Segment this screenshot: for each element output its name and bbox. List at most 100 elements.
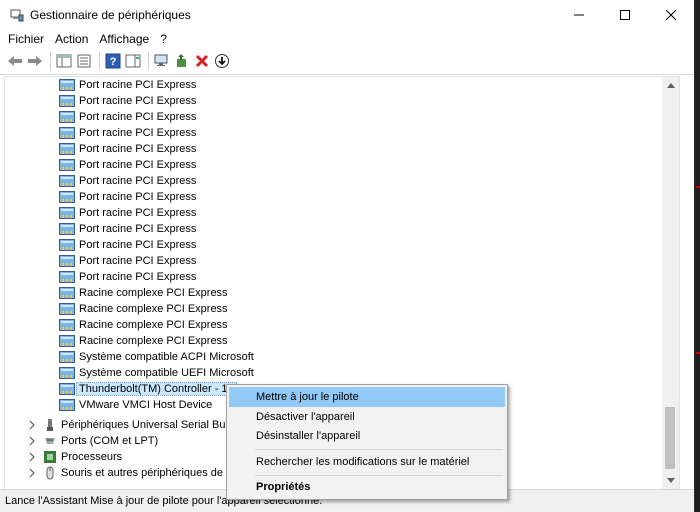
action-pane-icon [125,54,141,68]
device-label: Système compatible UEFI Microsoft [79,367,254,379]
properties-menu-item[interactable]: Propriétés [229,477,505,497]
device-tree-item[interactable]: Racine complexe PCI Express [59,301,228,317]
add-driver-icon [177,54,186,67]
properties-icon [77,54,91,68]
scan-hardware-menu-item[interactable]: Rechercher les modifications sur le maté… [229,452,505,472]
device-tree-item[interactable]: Port racine PCI Express [59,189,196,205]
device-label: Port racine PCI Express [79,255,197,267]
disable-device-label: Désactiver l'appareil [256,411,355,423]
pci-device-icon [59,127,75,139]
device-category[interactable]: Souris et autres périphériques de po [43,465,238,481]
chevron-down-icon [666,478,675,483]
device-category[interactable]: Processeurs [43,449,122,465]
properties-label: Propriétés [256,481,311,493]
device-label: Racine complexe PCI Express [79,287,228,299]
device-tree-item[interactable]: Système compatible UEFI Microsoft [59,365,254,381]
device-tree-item[interactable]: Port racine PCI Express [59,237,196,253]
device-tree-item[interactable]: Racine complexe PCI Express [59,285,228,301]
device-tree-item[interactable]: Thunderbolt(TM) Controller - 15 [59,381,237,397]
pci-device-icon [59,271,75,283]
disable-device-menu-item[interactable]: Désactiver l'appareil [229,407,505,427]
device-label: Racine complexe PCI Express [79,335,228,347]
menu-fichier[interactable]: Fichier [2,32,49,46]
pci-device-icon [59,175,75,187]
device-label: Port racine PCI Express [79,159,197,171]
device-tree-item[interactable]: Port racine PCI Express [59,205,196,221]
device-label: Port racine PCI Express [79,223,197,235]
device-category[interactable]: Ports (COM et LPT) [43,433,158,449]
menu-affichage[interactable]: Affichage [93,32,154,46]
scroll-up-arrow[interactable] [662,77,679,94]
minimize-button[interactable] [556,0,602,30]
mouse-icon [43,466,57,480]
device-tree-item[interactable]: Racine complexe PCI Express [59,333,228,349]
scan-hardware-button[interactable] [153,52,171,70]
device-tree-item[interactable]: Port racine PCI Express [59,93,196,109]
usb-icon [43,418,57,432]
scrollbar-thumb[interactable] [665,407,675,469]
forward-button[interactable] [26,52,44,70]
scan-hardware-icon [154,54,168,66]
menu-help[interactable]: ? [154,32,172,46]
pci-device-icon [59,367,75,379]
scan-hardware-label: Rechercher les modifications sur le maté… [256,456,470,468]
pci-device-icon [59,207,75,219]
uninstall-device-menu-item[interactable]: Désinstaller l'appareil [229,426,505,446]
maximize-button[interactable] [602,0,648,30]
device-tree-item[interactable]: Port racine PCI Express [59,77,196,93]
device-tree-item[interactable]: Système compatible ACPI Microsoft [59,349,254,365]
expand-chevron-icon[interactable] [27,420,37,430]
console-tree-button[interactable] [55,52,73,70]
device-label: Port racine PCI Express [79,111,197,123]
menu-separator [255,475,503,476]
close-icon [666,10,676,20]
maximize-icon [620,10,630,20]
pci-device-icon [59,335,75,347]
device-tree-item[interactable]: Port racine PCI Express [59,173,196,189]
device-tree-item[interactable]: Racine complexe PCI Express [59,317,228,333]
help-button[interactable]: ? [104,52,122,70]
port-icon [43,434,57,448]
device-label: Port racine PCI Express [79,127,197,139]
close-button[interactable] [648,0,694,30]
pci-device-icon [59,239,75,251]
device-tree-item[interactable]: Port racine PCI Express [59,125,196,141]
device-tree-item[interactable]: Port racine PCI Express [59,157,196,173]
context-menu: Mettre à jour le pilote Désactiver l'app… [226,384,508,500]
expand-chevron-icon[interactable] [27,468,37,478]
category-label: Ports (COM et LPT) [61,435,159,447]
expand-chevron-icon[interactable] [27,452,37,462]
category-label: Processeurs [61,451,123,463]
update-driver-menu-item[interactable]: Mettre à jour le pilote [229,387,505,407]
pci-device-icon [59,95,75,107]
device-category[interactable]: Périphériques Universal Serial Bus [43,417,231,433]
device-tree-item[interactable]: Port racine PCI Express [59,253,196,269]
expand-chevron-icon[interactable] [27,436,37,446]
scroll-down-arrow[interactable] [662,472,679,489]
uninstall-button[interactable] [193,52,211,70]
svg-text:?: ? [110,56,117,68]
device-tree-item[interactable]: Port racine PCI Express [59,221,196,237]
device-tree-item[interactable]: VMware VMCI Host Device [59,397,212,413]
properties-button[interactable] [75,52,93,70]
pci-device-icon [59,223,75,235]
background-mark [696,352,700,354]
device-tree-item[interactable]: Port racine PCI Express [59,109,196,125]
device-label: Port racine PCI Express [79,191,197,203]
processor-icon [43,450,57,464]
action-pane-button[interactable] [124,52,142,70]
minimize-icon [574,14,584,16]
back-icon [8,56,22,66]
add-driver-button[interactable] [173,52,191,70]
menu-separator [255,449,503,450]
device-tree-item[interactable]: Port racine PCI Express [59,269,196,285]
title-bar[interactable]: Gestionnaire de périphériques [0,0,694,30]
update-driver-button[interactable] [213,52,231,70]
pci-device-icon [59,191,75,203]
toolbar-separator [148,52,149,70]
device-tree-item[interactable]: Port racine PCI Express [59,141,196,157]
vertical-scrollbar[interactable] [662,77,679,489]
pci-device-icon [59,111,75,123]
back-button[interactable] [6,52,24,70]
menu-action[interactable]: Action [49,32,93,46]
